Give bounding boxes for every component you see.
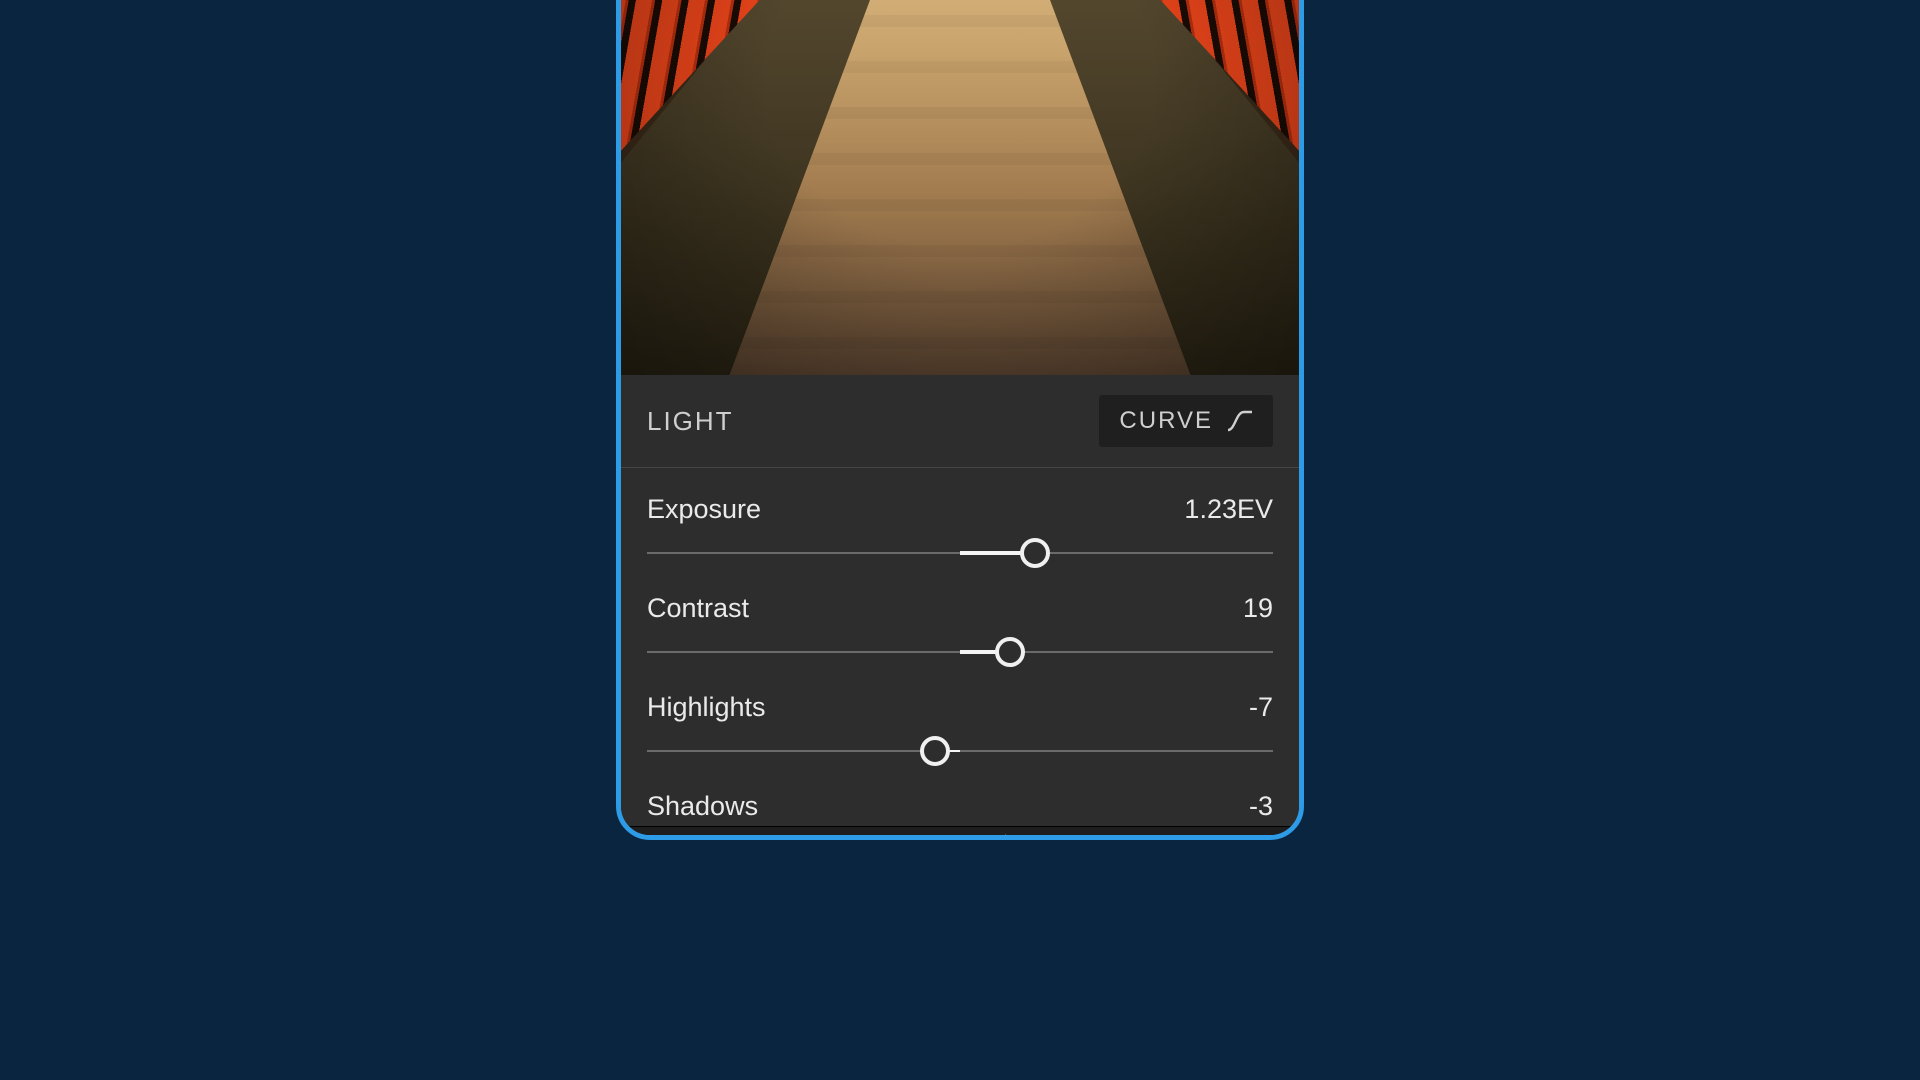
app-screen: LIGHT CURVE Exposure 1.23EV Contrast 19 High… bbox=[621, 0, 1299, 835]
slider-label: Highlights bbox=[647, 692, 766, 723]
slider-label: Exposure bbox=[647, 494, 761, 525]
tool-crop[interactable] bbox=[822, 827, 892, 835]
slider-shadows: Shadows -3 bbox=[647, 773, 1273, 826]
slider-thumb[interactable] bbox=[920, 736, 950, 766]
slider-contrast: Contrast 19 bbox=[647, 575, 1273, 674]
tool-layers[interactable] bbox=[914, 827, 984, 835]
curve-icon bbox=[1227, 410, 1253, 432]
slider-highlights: Highlights -7 bbox=[647, 674, 1273, 773]
slider-thumb[interactable] bbox=[995, 637, 1025, 667]
curve-button[interactable]: CURVE bbox=[1099, 395, 1273, 447]
slider-value: -3 bbox=[1249, 791, 1273, 822]
slider-value: -7 bbox=[1249, 692, 1273, 723]
panel-title: LIGHT bbox=[647, 406, 734, 437]
phone-frame: LIGHT CURVE Exposure 1.23EV Contrast 19 High… bbox=[616, 0, 1304, 840]
photo-preview[interactable] bbox=[621, 0, 1299, 375]
slider-label: Contrast bbox=[647, 593, 749, 624]
slider-value: 19 bbox=[1243, 593, 1273, 624]
light-panel: LIGHT CURVE Exposure 1.23EV Contrast 19 High… bbox=[621, 375, 1299, 835]
sliders-list: Exposure 1.23EV Contrast 19 Highlights -7 Shad… bbox=[621, 468, 1299, 826]
slider-track[interactable] bbox=[647, 733, 1273, 769]
tool-heal[interactable] bbox=[731, 827, 801, 835]
slider-exposure: Exposure 1.23EV bbox=[647, 476, 1273, 575]
slider-label: Shadows bbox=[647, 791, 758, 822]
curve-button-label: CURVE bbox=[1119, 407, 1213, 435]
tool-presets[interactable] bbox=[1028, 827, 1098, 835]
toolbar-divider bbox=[1005, 834, 1006, 835]
slider-value: 1.23EV bbox=[1184, 494, 1273, 525]
tool-lens[interactable] bbox=[640, 827, 710, 835]
slider-track[interactable] bbox=[647, 634, 1273, 670]
tool-temperature[interactable] bbox=[1210, 827, 1280, 835]
tool-light[interactable] bbox=[1119, 827, 1189, 835]
panel-header: LIGHT CURVE bbox=[621, 375, 1299, 468]
slider-thumb[interactable] bbox=[1020, 538, 1050, 568]
bottom-toolbar bbox=[621, 826, 1299, 835]
slider-track[interactable] bbox=[647, 535, 1273, 571]
